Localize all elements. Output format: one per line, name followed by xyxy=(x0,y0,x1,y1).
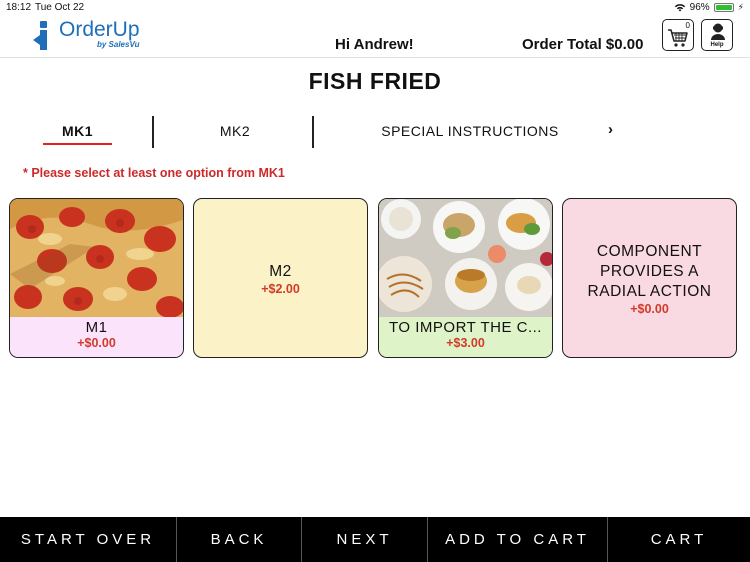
option-name: TO IMPORT THE C... xyxy=(389,319,542,336)
option-price: +$0.00 xyxy=(630,302,669,316)
status-date: Tue Oct 22 xyxy=(35,2,85,13)
orderup-logo: OrderUp by SalesVu xyxy=(33,19,140,51)
pizza-image xyxy=(10,199,183,319)
active-tab-indicator xyxy=(43,143,112,145)
option-card-footer: M1 +$0.00 xyxy=(10,317,183,357)
tab-label: MK1 xyxy=(61,123,94,139)
option-card-m2[interactable]: M2 +$2.00 xyxy=(193,198,368,358)
charging-bolt-icon: ⚡ xyxy=(737,2,744,12)
logo-name: OrderUp xyxy=(59,18,140,41)
logo-subtitle: by SalesVu xyxy=(96,40,140,49)
cart-button[interactable]: 0 xyxy=(662,19,694,51)
tab-divider xyxy=(152,116,154,148)
next-button[interactable]: NEXT xyxy=(302,517,428,562)
tab-mk1[interactable]: MK1 xyxy=(40,114,115,148)
tab-divider xyxy=(312,116,314,148)
option-price: +$0.00 xyxy=(77,336,116,350)
tab-label: SPECIAL INSTRUCTIONS xyxy=(381,123,559,139)
battery-icon xyxy=(713,3,734,12)
status-time: 18:12 xyxy=(6,2,32,13)
option-name: M2 xyxy=(269,263,292,280)
option-card-component[interactable]: COMPONENT PROVIDES A RADIAL ACTION +$0.0… xyxy=(562,198,737,358)
option-name: COMPONENT PROVIDES A RADIAL ACTION xyxy=(587,243,712,300)
help-person-icon xyxy=(711,23,725,40)
option-card-footer: TO IMPORT THE C... +$3.00 xyxy=(379,317,552,357)
status-indicators: 96% ⚡ xyxy=(674,2,744,13)
greeting: Hi Andrew! xyxy=(335,36,414,53)
back-button[interactable]: BACK xyxy=(177,517,302,562)
bottom-action-bar: START OVER BACK NEXT ADD TO CART CART xyxy=(0,517,750,562)
tab-label: MK2 xyxy=(219,123,251,139)
option-price: +$2.00 xyxy=(261,282,300,296)
option-cards: M1 +$0.00 M2 +$2.00 TO IMPORT THE C... +… xyxy=(9,198,739,360)
option-card-m1[interactable]: M1 +$0.00 xyxy=(9,198,184,358)
tab-special-instructions[interactable]: SPECIAL INSTRUCTIONS xyxy=(360,114,580,148)
order-total: Order Total $0.00 xyxy=(522,36,644,53)
option-card-to-import[interactable]: TO IMPORT THE C... +$3.00 xyxy=(378,198,553,358)
tab-mk2[interactable]: MK2 xyxy=(190,114,280,148)
option-price: +$3.00 xyxy=(446,336,485,350)
start-over-button[interactable]: START OVER xyxy=(0,517,177,562)
selection-warning: * Please select at least one option from… xyxy=(23,166,285,180)
modifier-tabs: MK1 MK2 SPECIAL INSTRUCTIONS › xyxy=(0,114,750,150)
option-name: M1 xyxy=(85,319,108,336)
food-platter-image xyxy=(379,199,552,319)
status-bar: 18:12 Tue Oct 22 96% ⚡ xyxy=(0,0,750,16)
help-label: Help xyxy=(710,42,724,48)
add-to-cart-button[interactable]: ADD TO CART xyxy=(428,517,608,562)
app-header: OrderUp by SalesVu Hi Andrew! Order Tota… xyxy=(0,16,750,58)
cart-bottom-button[interactable]: CART xyxy=(608,517,750,562)
wifi-icon xyxy=(674,4,685,12)
shopping-cart-icon xyxy=(668,29,688,47)
item-title: FISH FRIED xyxy=(308,68,442,94)
tabs-next-arrow-icon[interactable]: › xyxy=(608,121,613,138)
battery-percent: 96% xyxy=(689,2,710,13)
help-button[interactable]: Help xyxy=(701,19,733,51)
logo-mark-icon xyxy=(33,19,49,51)
